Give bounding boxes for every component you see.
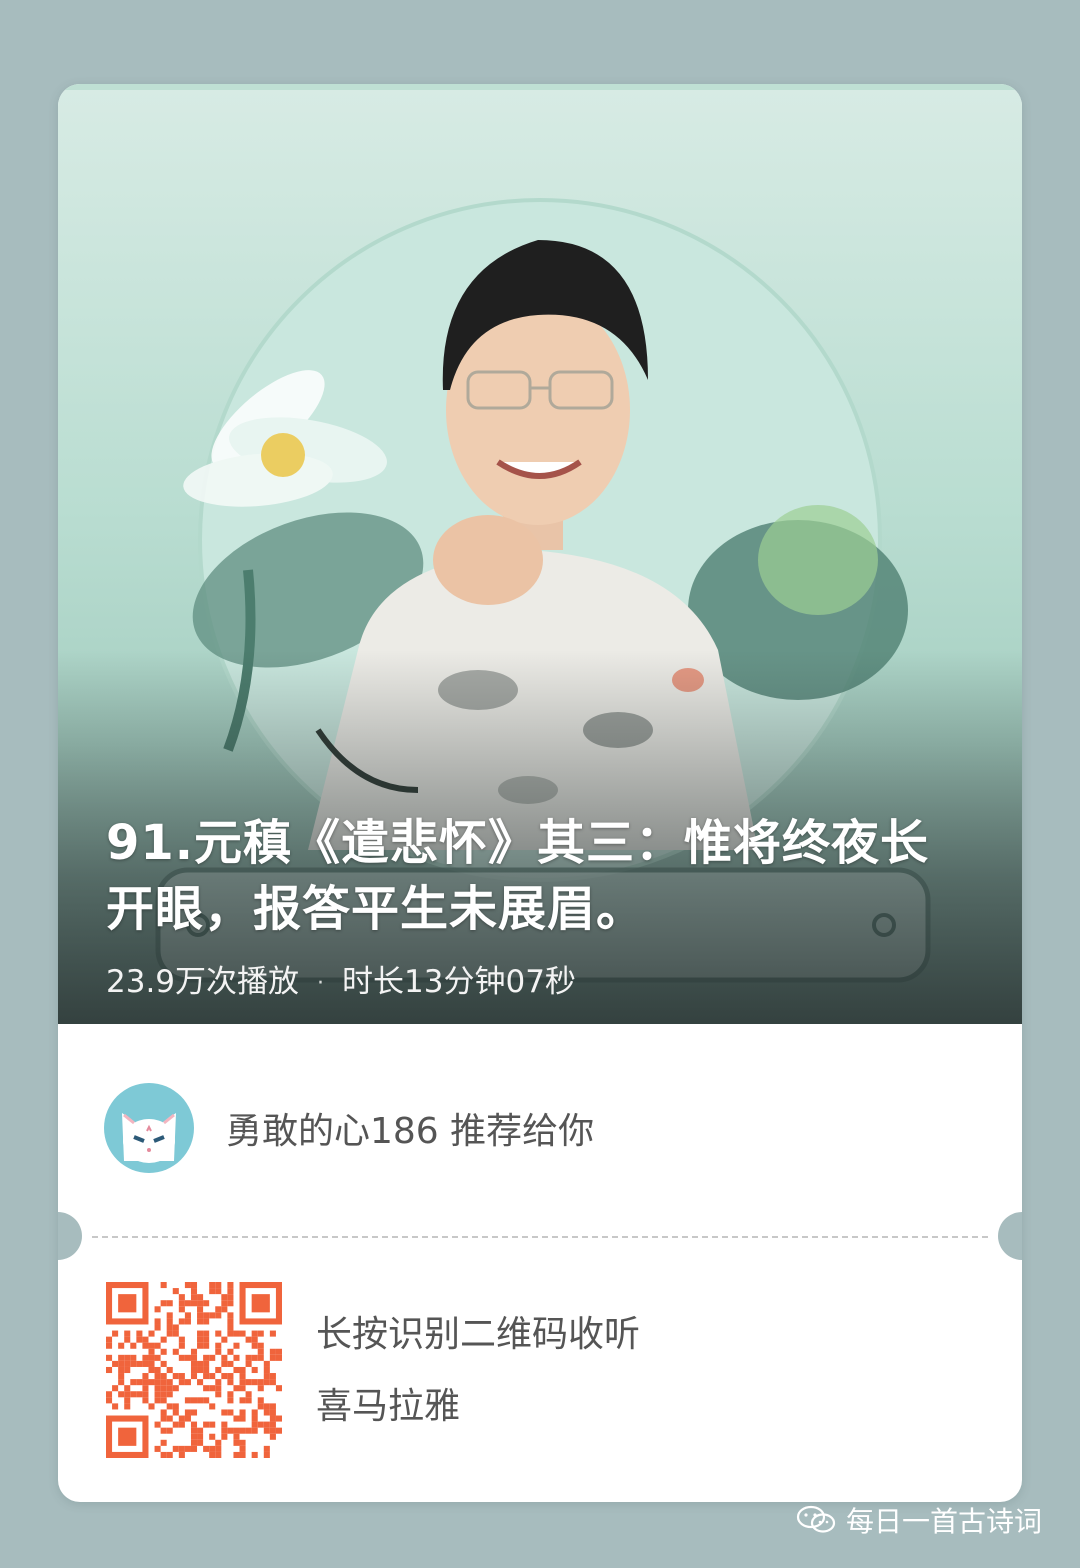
app-name: 喜马拉雅 xyxy=(316,1386,461,1427)
recommender-row: 勇敢的心186 推荐给你 xyxy=(104,1080,594,1176)
ticket-notch-left xyxy=(58,1212,82,1260)
audio-meta: 23.9万次播放 · 时长13分钟07秒 xyxy=(106,962,576,1004)
audio-title: 91.元稹《遣悲怀》其三：惟将终夜长开眼，报答平生未展眉。 xyxy=(106,815,930,937)
qr-instructions: 长按识别二维码收听 喜马拉雅 xyxy=(316,1310,640,1432)
qr-code[interactable] xyxy=(106,1282,282,1458)
audio-share-card[interactable]: 91.元稹《遣悲怀》其三：惟将终夜长开眼，报答平生未展眉。 23.9万次播放 · 时… xyxy=(58,84,1022,1502)
watermark-text: 每日一首古诗词 xyxy=(845,1505,1042,1538)
wechat-icon xyxy=(796,1505,836,1533)
qr-instruction-text: 长按识别二维码收听 xyxy=(316,1314,641,1355)
avatar[interactable] xyxy=(104,1083,194,1173)
dashed-divider xyxy=(92,1236,988,1238)
share-poster: 91.元稹《遣悲怀》其三：惟将终夜长开眼，报答平生未展眉。 23.9万次播放 · 时… xyxy=(0,0,1080,1568)
meta-separator: · xyxy=(317,970,325,996)
account-watermark: 每日一首古诗词 xyxy=(796,1500,1042,1540)
white-cat-avatar-icon xyxy=(122,1113,176,1163)
recommender-text: 勇敢的心186 推荐给你 xyxy=(226,1111,595,1152)
audio-duration: 时长13分钟07秒 xyxy=(342,964,576,1000)
play-count: 23.9万次播放 xyxy=(106,964,300,1000)
ticket-notch-right xyxy=(998,1212,1022,1260)
cover-image[interactable]: 91.元稹《遣悲怀》其三：惟将终夜长开眼，报答平生未展眉。 23.9万次播放 · 时… xyxy=(58,84,1022,1024)
